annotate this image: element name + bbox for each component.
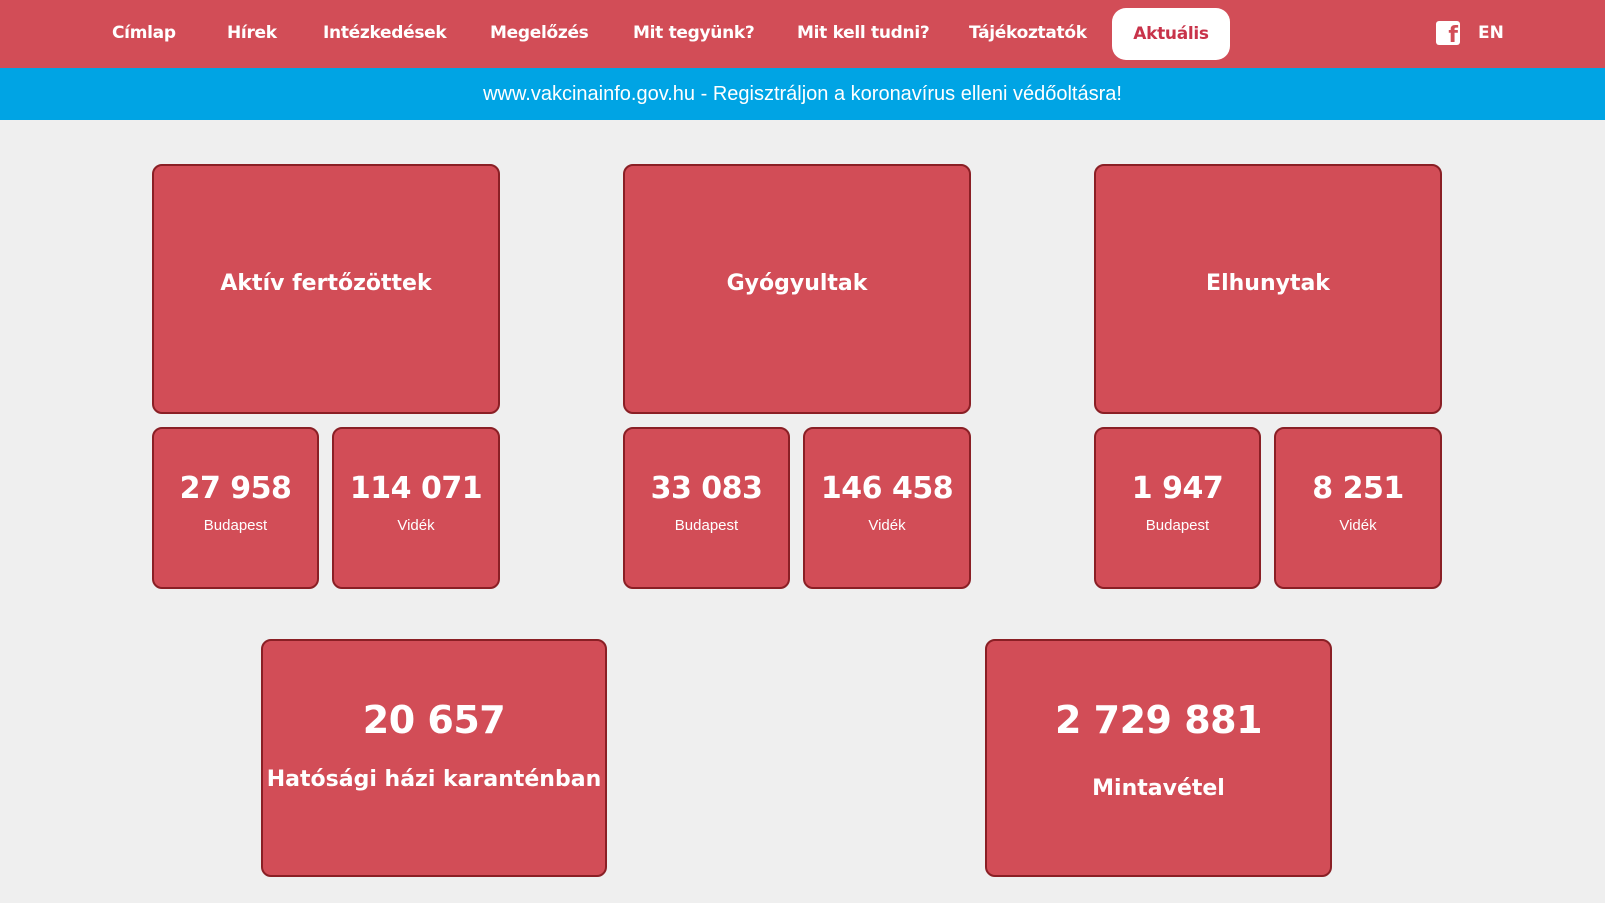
language-switch[interactable]: EN: [1478, 0, 1504, 66]
deceased-budapest-card: 1 947 Budapest: [1094, 427, 1261, 589]
recovered-budapest-card: 33 083 Budapest: [623, 427, 790, 589]
active-budapest-label: Budapest: [203, 517, 268, 534]
top-navigation: Címlap Hírek Intézkedések Megelőzés Mit …: [0, 0, 1605, 68]
recovered-budapest-value: 33 083: [650, 471, 763, 506]
deceased-budapest-label: Budapest: [1145, 517, 1210, 534]
samples-card: 2 729 881 Mintavétel: [985, 639, 1332, 877]
samples-label: Mintavétel: [1092, 776, 1225, 801]
deceased-card: Elhunytak: [1094, 164, 1442, 414]
active-budapest-value: 27 958: [179, 471, 292, 506]
vaccine-registration-banner[interactable]: www.vakcinainfo.gov.hu - Regisztráljon a…: [0, 68, 1605, 120]
samples-value: 2 729 881: [1054, 698, 1263, 742]
nav-item-cimlap[interactable]: Címlap: [112, 0, 176, 66]
active-infected-title: Aktív fertőzöttek: [220, 270, 432, 296]
quarantine-label: Hatósági házi karanténban: [266, 767, 602, 792]
deceased-title: Elhunytak: [1206, 270, 1330, 296]
active-videk-value: 114 071: [349, 471, 483, 506]
recovered-budapest-label: Budapest: [674, 517, 739, 534]
deceased-budapest-value: 1 947: [1131, 471, 1224, 506]
recovered-videk-label: Vidék: [868, 517, 906, 534]
quarantine-card: 20 657 Hatósági házi karanténban: [261, 639, 607, 877]
nav-item-tajekoztatok[interactable]: Tájékoztatók: [969, 0, 1087, 66]
nav-item-megelozes[interactable]: Megelőzés: [490, 0, 589, 66]
recovered-videk-card: 146 458 Vidék: [803, 427, 971, 589]
active-infected-card: Aktív fertőzöttek: [152, 164, 500, 414]
recovered-title: Gyógyultak: [726, 270, 868, 296]
active-videk-label: Vidék: [397, 517, 435, 534]
recovered-card: Gyógyultak: [623, 164, 971, 414]
active-videk-card: 114 071 Vidék: [332, 427, 500, 589]
recovered-videk-value: 146 458: [820, 471, 954, 506]
nav-item-mit-kell-tudni[interactable]: Mit kell tudni?: [797, 0, 930, 66]
nav-item-aktualis[interactable]: Aktuális: [1112, 8, 1230, 60]
nav-item-mit-tegyunk[interactable]: Mit tegyünk?: [633, 0, 755, 66]
nav-item-hirek[interactable]: Hírek: [227, 0, 277, 66]
deceased-videk-card: 8 251 Vidék: [1274, 427, 1442, 589]
deceased-videk-label: Vidék: [1339, 517, 1377, 534]
deceased-videk-value: 8 251: [1312, 471, 1404, 506]
quarantine-value: 20 657: [362, 698, 506, 742]
active-budapest-card: 27 958 Budapest: [152, 427, 319, 589]
facebook-icon[interactable]: f: [1436, 21, 1460, 48]
nav-item-intezkedesek[interactable]: Intézkedések: [323, 0, 447, 66]
